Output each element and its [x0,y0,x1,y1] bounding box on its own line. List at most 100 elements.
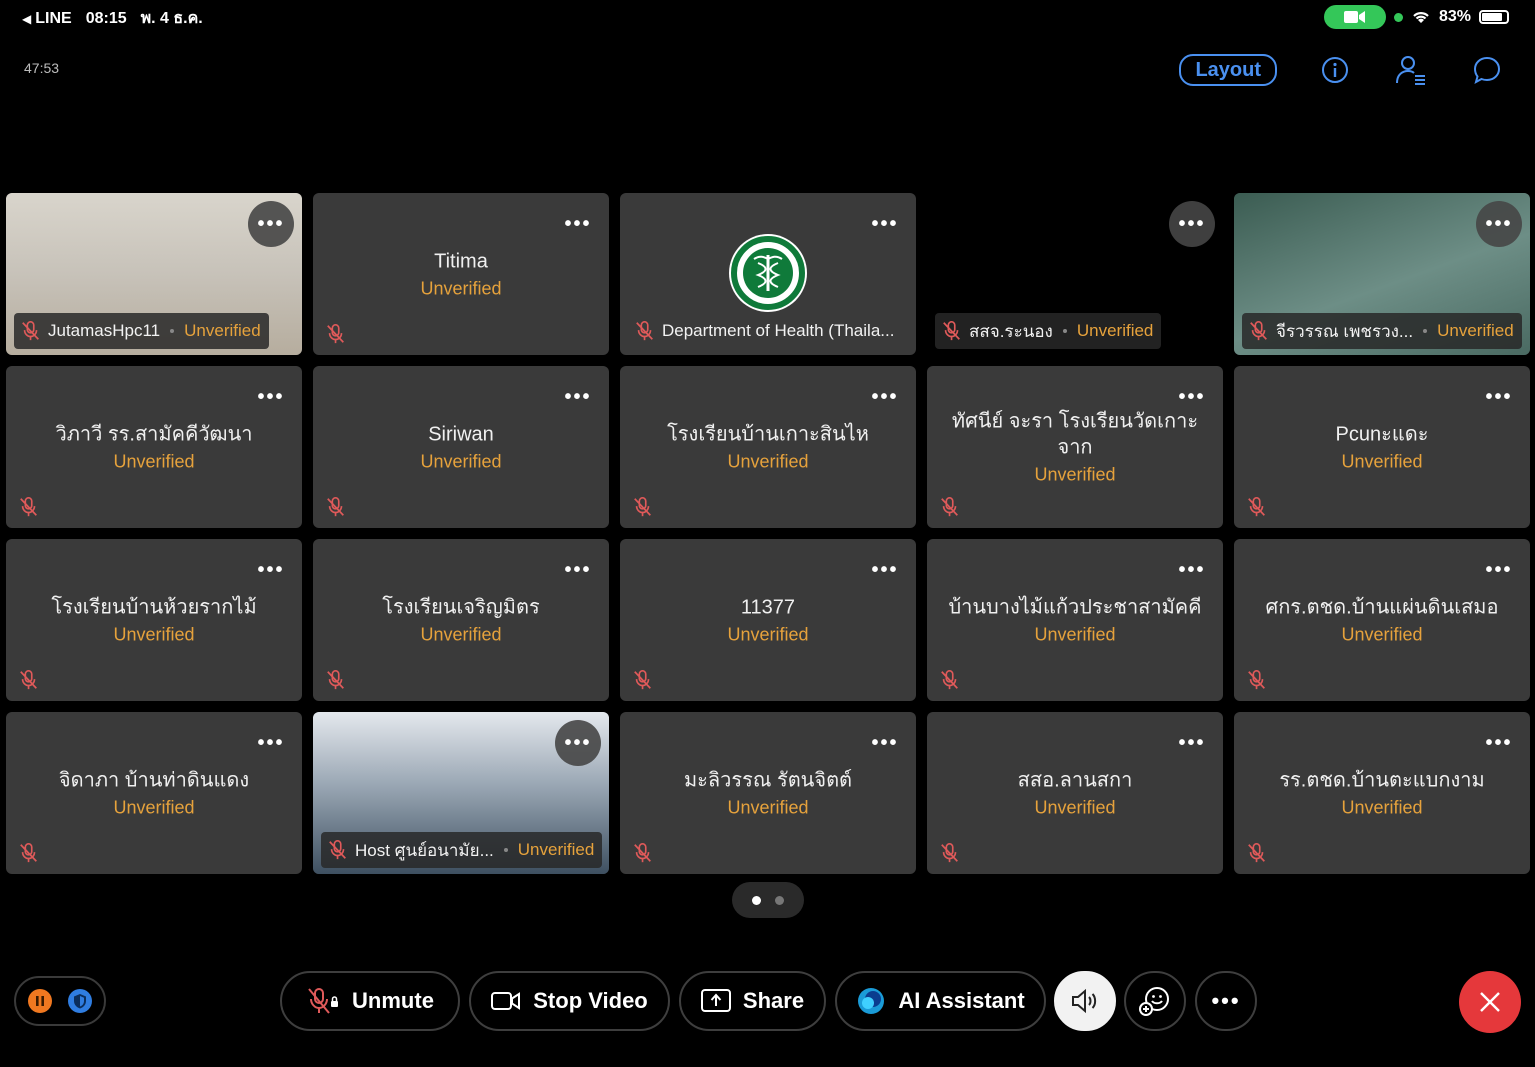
muted-mic-icon [939,496,963,520]
participant-tile[interactable]: สสอ.ลานสกา Unverified ••• [927,712,1223,874]
participant-more-button[interactable]: ••• [1476,374,1522,420]
participant-name: Department of Health (Thaila... [662,321,895,340]
participant-more-button[interactable]: ••• [1476,720,1522,766]
participant-name: จีรวรรณ เพชรวง... [1276,321,1414,341]
verification-status: Unverified [1341,451,1423,472]
participant-tile[interactable]: จิดาภา บ้านท่าดินแดง Unverified ••• [6,712,302,874]
top-actions: Layout [1179,52,1505,88]
chat-button[interactable] [1469,52,1505,88]
participant-tile[interactable]: โรงเรียนบ้านห้วยรากไม้ Unverified ••• [6,539,302,701]
ellipsis-icon: ••• [564,212,592,235]
participant-more-button[interactable]: ••• [1476,201,1522,247]
participant-name: มะลิวรรณ รัตนจิตต์ [683,769,853,792]
ellipsis-icon: ••• [564,385,592,408]
participant-more-button[interactable]: ••• [555,201,601,247]
participant-tile[interactable]: บ้านบางไม้แก้วประชาสามัคคี Unverified ••• [927,539,1223,701]
ellipsis-icon: ••• [564,558,592,581]
participant-more-button[interactable]: ••• [555,374,601,420]
participant-more-button[interactable]: ••• [555,720,601,766]
verification-status: Unverified [113,624,195,645]
ellipsis-icon: ••• [1485,731,1513,754]
info-button[interactable] [1317,52,1353,88]
participant-more-button[interactable]: ••• [862,720,908,766]
participant-tile[interactable]: JutamasHpc11 Unverified ••• [6,193,302,355]
participant-more-button[interactable]: ••• [862,374,908,420]
participant-more-button[interactable]: ••• [1169,720,1215,766]
participant-tile[interactable]: มะลิวรรณ รัตนจิตต์ Unverified ••• [620,712,916,874]
verification-status: Unverified [727,797,809,818]
page-dot-2[interactable] [775,895,784,905]
participant-tile[interactable]: 11377 Unverified ••• [620,539,916,701]
ellipsis-icon: ••• [1178,212,1206,235]
muted-mic-icon [1246,842,1270,866]
share-button[interactable]: Share [679,971,826,1031]
meeting-timer: 47:53 [24,60,60,76]
ellipsis-icon: ••• [1485,385,1513,408]
participant-more-button[interactable]: ••• [1169,201,1215,247]
recording-security-pill[interactable] [14,976,106,1026]
participant-name-block: วิภาวี รร.สามัคคีวัฒนา Unverified [6,422,302,473]
participant-name: บ้านบางไม้แก้วประชาสามัคคี [948,596,1202,619]
participant-more-button[interactable]: ••• [862,201,908,247]
ai-assistant-button[interactable]: AI Assistant [835,971,1046,1031]
participant-name: โรงเรียนบ้านห้วยรากไม้ [51,596,257,619]
participant-name: สสจ.ระนอง [969,321,1053,341]
participant-tile[interactable]: Pcunะแดะ Unverified ••• [1234,366,1530,528]
speaker-icon [1072,988,1097,1014]
participant-tile[interactable]: จีรวรรณ เพชรวง... Unverified ••• [1234,193,1530,355]
participant-name: Siriwan [428,423,494,446]
more-options-button[interactable]: ••• [1195,971,1257,1031]
speaker-button[interactable] [1054,971,1116,1031]
participant-name-block: โรงเรียนเจริญมิตร Unverified [313,595,609,646]
stop-video-button[interactable]: Stop Video [469,971,670,1031]
participant-more-button[interactable]: ••• [1169,547,1215,593]
participant-more-button[interactable]: ••• [1169,374,1215,420]
participant-tile[interactable]: ทัศนีย์ จะรา โรงเรียนวัดเกาะจาก Unverifie… [927,366,1223,528]
unmute-button[interactable]: Unmute [280,971,460,1031]
security-shield-icon [68,989,92,1013]
camera-in-use-indicator[interactable] [1323,5,1386,29]
muted-mic-icon [1246,496,1270,520]
leave-meeting-button[interactable] [1459,971,1521,1033]
participant-tile[interactable]: วิภาวี รร.สามัคคีวัฒนา Unverified ••• [6,366,302,528]
ai-assistant-label: AI Assistant [898,988,1025,1013]
participants-button[interactable] [1393,52,1429,88]
participant-more-button[interactable]: ••• [248,547,294,593]
participant-tile[interactable]: สสจ.ระนอง Unverified ••• [927,193,1223,355]
ellipsis-icon: ••• [871,731,899,754]
muted-mic-icon [939,669,963,693]
participant-tile[interactable]: รร.ตชด.บ้านตะแบกงาม Unverified ••• [1234,712,1530,874]
participant-name-block: 11377 Unverified [620,595,916,646]
participant-name: 11377 [740,596,796,619]
participant-tile[interactable]: Host ศูนย์อนามัย... Unverified ••• [313,712,609,874]
participant-tile[interactable]: Department of Health (Thaila... ••• [620,193,916,355]
layout-button[interactable]: Layout [1179,54,1277,86]
back-app-link[interactable]: ◀ LINE [22,10,72,28]
pause-recording-icon [28,989,52,1013]
participant-name-tag: JutamasHpc11 Unverified [14,313,269,349]
participant-more-button[interactable]: ••• [1476,547,1522,593]
verification-status: Unverified [420,624,502,645]
participant-tile[interactable]: Titima Unverified ••• [313,193,609,355]
participant-tile[interactable]: ศกร.ตชด.บ้านแผ่นดินเสมอ Unverified ••• [1234,539,1530,701]
muted-mic-icon [325,323,349,347]
participant-more-button[interactable]: ••• [248,374,294,420]
page-dot-1[interactable] [752,895,761,905]
muted-mic-icon [632,496,656,520]
reactions-button[interactable] [1124,971,1186,1031]
muted-mic-icon [18,496,42,520]
participant-tile[interactable]: Siriwan Unverified ••• [313,366,609,528]
ellipsis-icon: ••• [1178,558,1206,581]
participant-tile[interactable]: โรงเรียนเจริญมิตร Unverified ••• [313,539,609,701]
participant-more-button[interactable]: ••• [555,547,601,593]
stop-video-label: Stop Video [533,988,648,1013]
participant-name: Host ศูนย์อนามัย... [355,840,494,860]
participant-more-button[interactable]: ••• [248,201,294,247]
participant-name: โรงเรียนบ้านเกาะสินไห [667,423,869,446]
participant-more-button[interactable]: ••• [862,547,908,593]
page-indicator[interactable] [732,882,804,918]
participant-more-button[interactable]: ••• [248,720,294,766]
separator-dot [170,329,175,333]
participant-name-tag: Host ศูนย์อนามัย... Unverified [321,832,603,868]
participant-tile[interactable]: โรงเรียนบ้านเกาะสินไห Unverified ••• [620,366,916,528]
